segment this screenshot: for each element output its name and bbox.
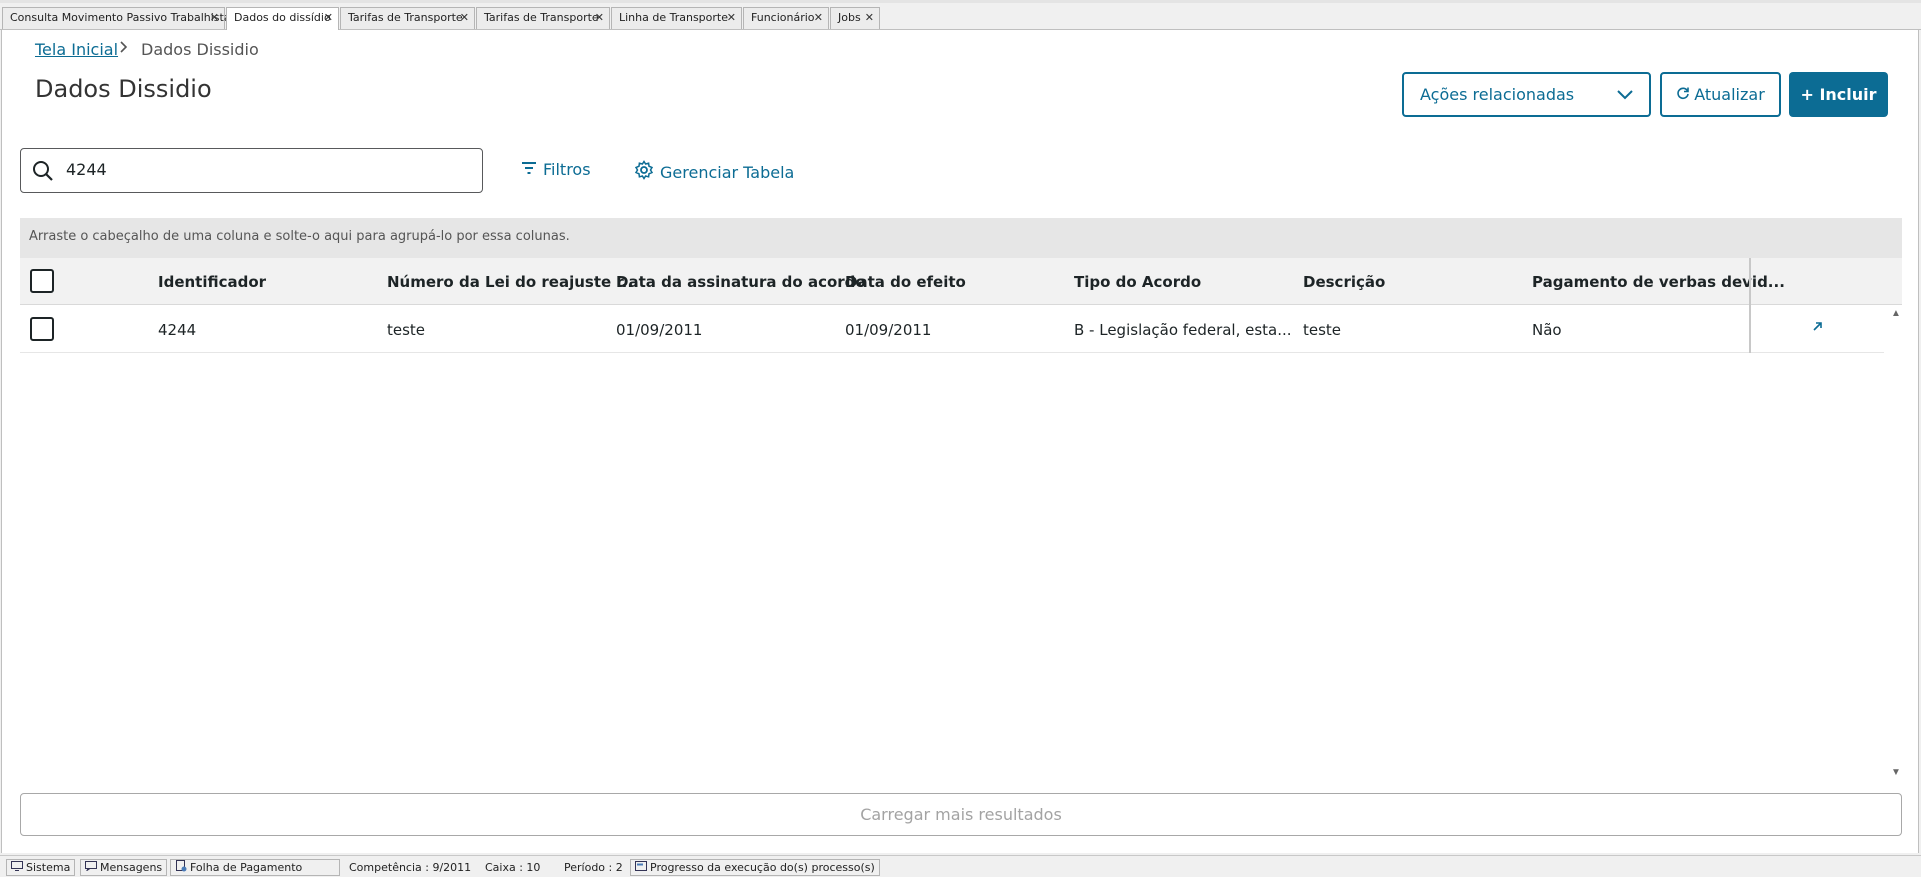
select-all-checkbox[interactable] bbox=[30, 269, 54, 293]
tab-tarifas-transporte-1[interactable]: Tarifas de Transporte ✕ bbox=[340, 7, 475, 29]
load-more-label: Carregar mais resultados bbox=[860, 805, 1062, 824]
row-checkbox[interactable] bbox=[30, 317, 54, 341]
include-label: + Incluir bbox=[1800, 85, 1877, 104]
tab-label: Linha de Transporte bbox=[619, 11, 728, 24]
status-sistema-button[interactable]: Sistema bbox=[6, 859, 76, 876]
payroll-icon bbox=[175, 859, 187, 876]
tab-funcionario[interactable]: Funcionário ✕ bbox=[743, 7, 829, 29]
breadcrumb-current: Dados Dissidio bbox=[141, 40, 259, 59]
status-competencia: Competência : 9/2011 bbox=[349, 861, 472, 874]
refresh-label: Atualizar bbox=[1694, 85, 1765, 104]
cell-identificador: 4244 bbox=[158, 321, 197, 339]
col-header-pagamento-verbas[interactable]: Pagamento de verbas devid... bbox=[1532, 273, 1785, 291]
frozen-column-divider bbox=[1749, 258, 1751, 353]
tab-label: Consulta Movimento Passivo Trabalhista bbox=[10, 11, 231, 24]
cell-numero-lei: teste bbox=[387, 321, 426, 339]
tab-linha-transporte[interactable]: Linha de Transporte ✕ bbox=[611, 7, 742, 29]
tab-label: Jobs bbox=[838, 11, 861, 24]
refresh-button[interactable]: Atualizar bbox=[1660, 72, 1781, 117]
filters-button[interactable]: Filtros bbox=[521, 160, 591, 179]
search-value: 4244 bbox=[66, 160, 107, 179]
close-icon[interactable]: ✕ bbox=[814, 8, 823, 28]
group-hint: Arraste o cabeçalho de uma coluna e solt… bbox=[29, 229, 570, 244]
group-drop-zone[interactable]: Arraste o cabeçalho de uma coluna e solt… bbox=[20, 218, 1902, 258]
close-icon[interactable]: ✕ bbox=[595, 8, 604, 28]
status-bar: Sistema Mensagens Folha de Pagamento Com… bbox=[0, 855, 1921, 877]
status-periodo: Período : 2 bbox=[564, 861, 623, 874]
breadcrumb-home-link[interactable]: Tela Inicial bbox=[35, 40, 118, 59]
manage-table-button[interactable]: Gerenciar Tabela bbox=[634, 160, 794, 184]
chevron-right-icon bbox=[119, 40, 129, 57]
search-input[interactable]: 4244 bbox=[20, 148, 483, 193]
message-icon bbox=[85, 860, 97, 875]
close-icon[interactable]: ✕ bbox=[727, 8, 736, 28]
status-folha-button[interactable]: Folha de Pagamento bbox=[170, 859, 340, 876]
filters-label: Filtros bbox=[543, 160, 591, 179]
cell-data-efeito: 01/09/2011 bbox=[845, 321, 932, 339]
main-page: Tela Inicial Dados Dissidio Dados Dissid… bbox=[1, 30, 1919, 853]
include-button[interactable]: + Incluir bbox=[1789, 72, 1888, 117]
close-icon[interactable]: ✕ bbox=[865, 8, 874, 28]
refresh-icon bbox=[1676, 85, 1690, 104]
progress-window-icon bbox=[635, 860, 647, 875]
manage-table-label: Gerenciar Tabela bbox=[660, 162, 795, 182]
cell-data-assinatura: 01/09/2011 bbox=[616, 321, 703, 339]
tab-label: Funcionário bbox=[751, 11, 815, 24]
close-icon[interactable]: ✕ bbox=[460, 8, 469, 28]
monitor-icon bbox=[11, 860, 23, 875]
close-icon[interactable]: ✕ bbox=[210, 8, 219, 28]
status-progresso-button[interactable]: Progresso da execução do(s) processo(s) bbox=[630, 859, 880, 876]
tab-label: Dados do dissídio bbox=[234, 11, 331, 24]
col-header-descricao[interactable]: Descrição bbox=[1303, 273, 1385, 291]
table-row[interactable]: 4244 teste 01/09/2011 01/09/2011 B - Leg… bbox=[20, 306, 1884, 353]
col-header-tipo-acordo[interactable]: Tipo do Acordo bbox=[1074, 273, 1201, 291]
related-actions-label: Ações relacionadas bbox=[1420, 85, 1575, 104]
status-caixa: Caixa : 10 bbox=[485, 861, 541, 874]
scroll-up-icon[interactable]: ▲ bbox=[1891, 308, 1901, 319]
tab-jobs[interactable]: Jobs ✕ bbox=[830, 7, 880, 29]
search-icon bbox=[31, 159, 55, 188]
cell-descricao: teste bbox=[1303, 321, 1342, 339]
tab-consulta-movimento[interactable]: Consulta Movimento Passivo Trabalhista ✕ bbox=[2, 7, 231, 29]
related-actions-dropdown[interactable]: Ações relacionadas bbox=[1402, 72, 1651, 117]
cell-tipo-acordo: B - Legislação federal, esta... bbox=[1074, 321, 1292, 339]
col-header-data-efeito[interactable]: Data do efeito bbox=[845, 273, 966, 291]
load-more-button[interactable]: Carregar mais resultados bbox=[20, 793, 1902, 836]
scroll-down-icon[interactable]: ▼ bbox=[1891, 767, 1901, 778]
page-title: Dados Dissidio bbox=[35, 75, 212, 103]
status-mensagens-button[interactable]: Mensagens bbox=[80, 859, 168, 876]
tab-tarifas-transporte-2[interactable]: Tarifas de Transporte ✕ bbox=[476, 7, 610, 29]
tab-dados-dissidio[interactable]: Dados do dissídio ✕ bbox=[226, 7, 339, 30]
open-detail-icon[interactable] bbox=[1811, 319, 1825, 338]
col-header-data-assinatura[interactable]: Data da assinatura do acordo bbox=[616, 273, 866, 291]
cell-pagamento-verbas: Não bbox=[1532, 321, 1562, 339]
status-progresso-label: Progresso da execução do(s) processo(s) bbox=[650, 861, 875, 874]
tab-label: Tarifas de Transporte bbox=[348, 11, 463, 24]
filter-icon bbox=[521, 160, 537, 179]
status-folha-label: Folha de Pagamento bbox=[190, 861, 303, 874]
gear-icon bbox=[634, 160, 654, 184]
chevron-down-icon bbox=[1617, 85, 1633, 104]
status-mensagens-label: Mensagens bbox=[100, 861, 163, 874]
tab-bar: Consulta Movimento Passivo Trabalhista ✕ … bbox=[0, 0, 1921, 30]
table-header: Identificador Número da Lei do reajuste … bbox=[20, 258, 1902, 305]
close-icon[interactable]: ✕ bbox=[324, 8, 333, 28]
tab-label: Tarifas de Transporte bbox=[484, 11, 599, 24]
status-sistema-label: Sistema bbox=[26, 861, 71, 874]
tab-strip-top bbox=[0, 0, 1921, 3]
col-header-identificador[interactable]: Identificador bbox=[158, 273, 266, 291]
col-header-numero-lei[interactable]: Número da Lei do reajuste r... bbox=[387, 273, 639, 291]
